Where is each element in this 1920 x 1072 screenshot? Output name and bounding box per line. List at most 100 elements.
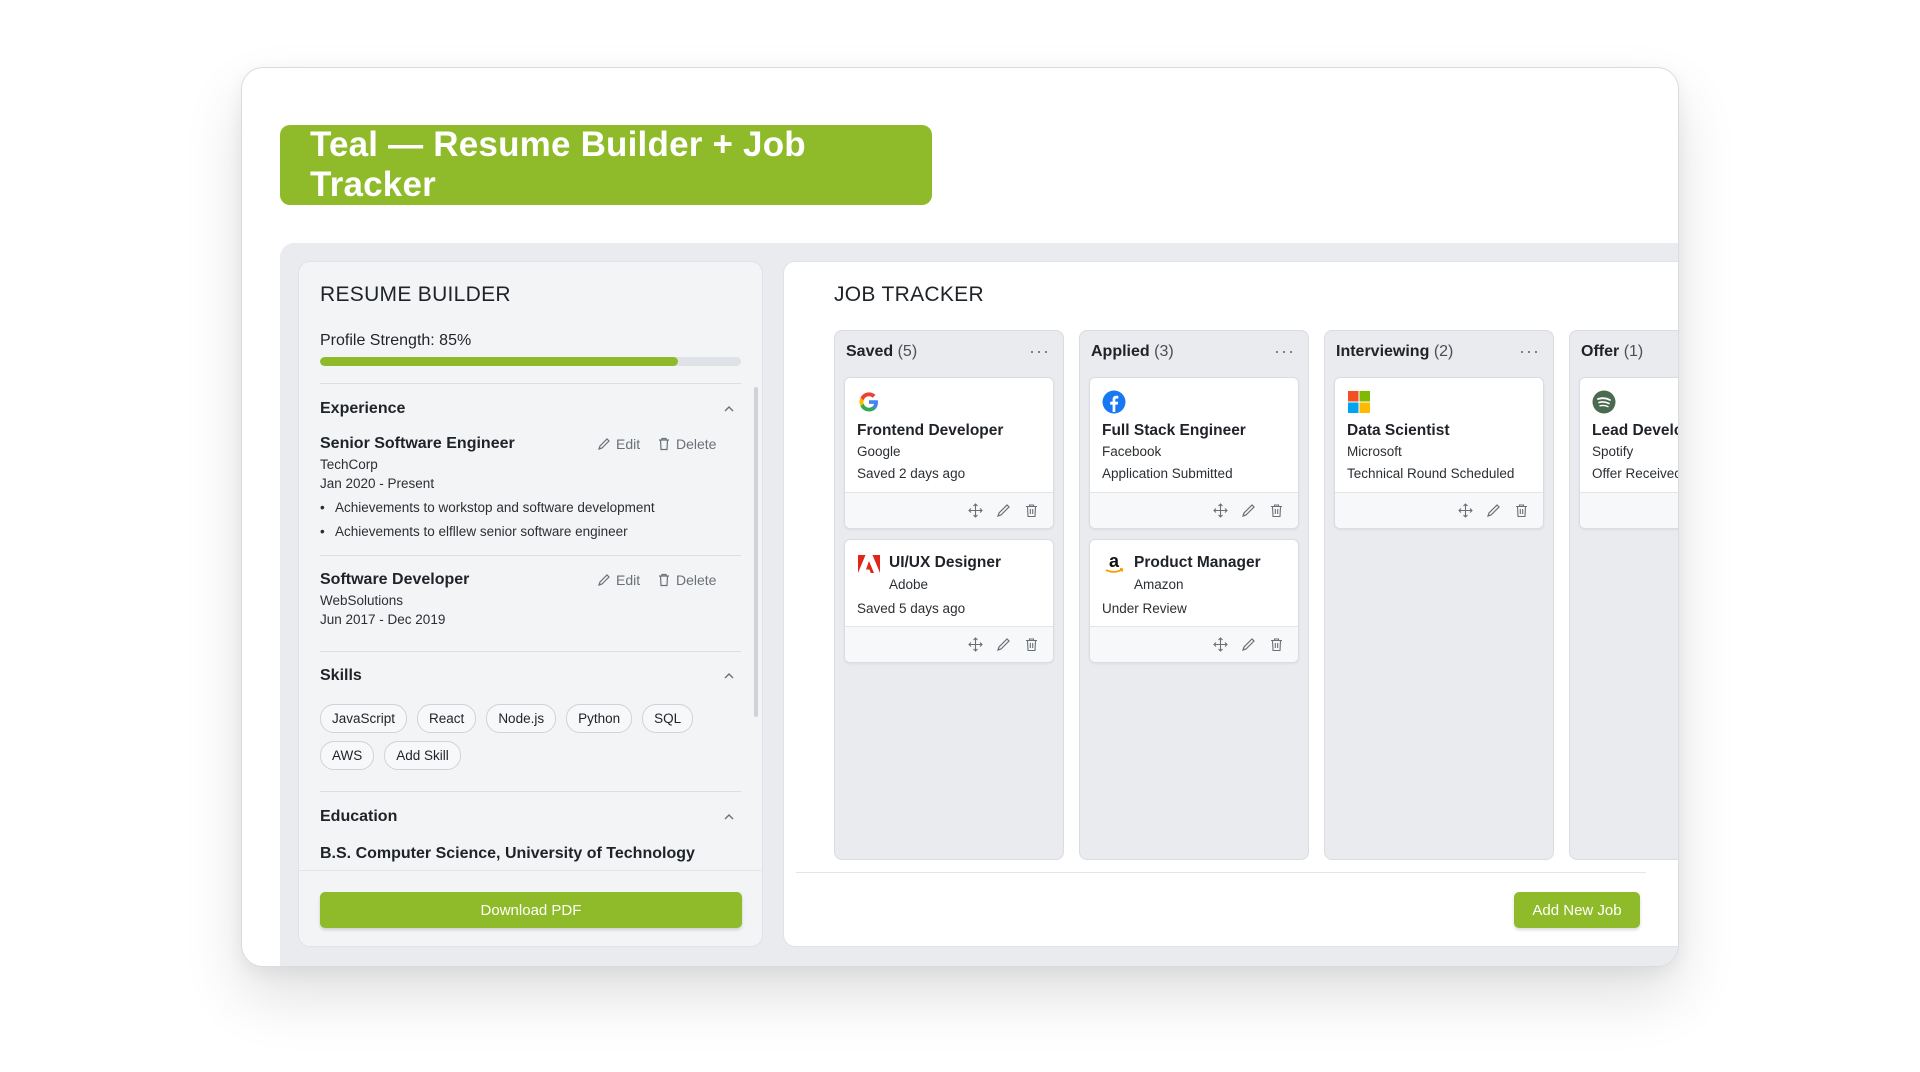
google-logo-icon xyxy=(859,392,878,412)
column-offer: Offer (1) Lead Develc Spotify Offer Rece… xyxy=(1569,330,1679,860)
job-title: UI/UX Designer xyxy=(889,554,1001,571)
job-company: Amazon xyxy=(1134,577,1184,592)
experience-title: Software Developer xyxy=(320,571,470,588)
job-company: Spotify xyxy=(1592,444,1634,459)
profile-strength-fill xyxy=(320,357,678,366)
job-company: Google xyxy=(857,444,901,459)
job-card[interactable]: Lead Develc Spotify Offer Receivec xyxy=(1579,377,1679,529)
job-title: Product Manager xyxy=(1134,554,1261,571)
delete-button[interactable]: Delete xyxy=(657,436,716,452)
job-card[interactable]: Frontend Developer Google Saved 2 days a… xyxy=(844,377,1054,529)
adobe-logo-icon xyxy=(858,555,880,573)
skill-chip[interactable]: Node.js xyxy=(486,704,557,733)
more-options-icon[interactable]: ··· xyxy=(1274,341,1295,362)
job-card[interactable]: a Product Manager Amazon Under Review xyxy=(1089,539,1299,663)
pencil-icon[interactable] xyxy=(996,503,1011,518)
experience-title: Senior Software Engineer xyxy=(320,435,515,452)
move-icon[interactable] xyxy=(968,637,983,652)
column-count: (1) xyxy=(1623,343,1644,360)
svg-text:a: a xyxy=(1109,552,1120,571)
experience-dates: Jun 2017 - Dec 2019 xyxy=(320,612,446,627)
skill-chip[interactable]: React xyxy=(417,704,477,733)
experience-dates: Jan 2020 - Present xyxy=(320,476,435,491)
trash-icon[interactable] xyxy=(1024,637,1039,652)
more-options-icon[interactable]: ··· xyxy=(1029,341,1050,362)
trash-icon xyxy=(659,573,669,587)
job-company: Facebook xyxy=(1102,444,1162,459)
column-count: (5) xyxy=(897,343,918,360)
chevron-up-icon[interactable] xyxy=(723,670,735,682)
edit-button[interactable]: Edit xyxy=(597,436,640,452)
edit-button[interactable]: Edit xyxy=(597,572,640,588)
job-status: Under Review xyxy=(1102,601,1187,616)
skill-chip[interactable]: Python xyxy=(566,704,633,733)
download-pdf-button[interactable]: Download PDF xyxy=(320,892,742,928)
job-card[interactable]: Data Scientist Microsoft Technical Round… xyxy=(1334,377,1544,529)
experience-section-title[interactable]: Experience xyxy=(320,400,405,418)
add-skill-button[interactable]: Add Skill xyxy=(384,741,461,770)
pencil-icon[interactable] xyxy=(1241,637,1256,652)
skill-chip[interactable]: AWS xyxy=(320,741,375,770)
resume-builder-panel: RESUME BUILDER Profile Strength: 85% Exp… xyxy=(298,261,763,947)
skill-chip[interactable]: SQL xyxy=(642,704,694,733)
page-title-banner: Teal — Resume Builder + Job Tracker xyxy=(280,125,932,205)
experience-bullet: Achievements to elfllew senior software … xyxy=(320,524,628,539)
divider xyxy=(320,791,741,792)
experience-company: WebSolutions xyxy=(320,593,404,608)
move-icon[interactable] xyxy=(1458,503,1473,518)
scrollbar-thumb[interactable] xyxy=(754,387,758,717)
app-window: Teal — Resume Builder + Job Tracker RESU… xyxy=(241,67,1679,967)
divider xyxy=(320,555,741,556)
column-header: Applied (3) xyxy=(1091,343,1174,361)
move-icon[interactable] xyxy=(1213,637,1228,652)
skills-list: JavaScript React Node.js Python SQL AWS … xyxy=(320,704,750,770)
more-options-icon[interactable]: ··· xyxy=(1519,341,1540,362)
amazon-logo-icon: a xyxy=(1105,552,1124,573)
profile-strength-label: Profile Strength: 85% xyxy=(320,332,472,349)
skills-section-title[interactable]: Skills xyxy=(320,667,362,685)
skill-chip[interactable]: JavaScript xyxy=(320,704,408,733)
pencil-icon[interactable] xyxy=(1486,503,1501,518)
job-title: Data Scientist xyxy=(1347,422,1450,439)
move-icon[interactable] xyxy=(1213,503,1228,518)
job-status: Technical Round Scheduled xyxy=(1347,466,1515,481)
column-saved: Saved (5) ··· Frontend Developer Google … xyxy=(834,330,1064,860)
experience-company: TechCorp xyxy=(320,457,378,472)
column-header: Interviewing (2) xyxy=(1336,343,1453,361)
spotify-logo-icon xyxy=(1592,390,1616,414)
job-status: Offer Receivec xyxy=(1592,466,1679,481)
trash-icon[interactable] xyxy=(1269,503,1284,518)
facebook-logo-icon xyxy=(1102,390,1126,414)
trash-icon xyxy=(659,437,669,451)
resume-builder-heading: RESUME BUILDER xyxy=(320,283,511,306)
education-section-title[interactable]: Education xyxy=(320,808,397,826)
chevron-up-icon[interactable] xyxy=(723,403,735,415)
trash-icon[interactable] xyxy=(1269,637,1284,652)
divider xyxy=(796,872,1646,873)
trash-icon[interactable] xyxy=(1024,503,1039,518)
pencil-icon[interactable] xyxy=(996,637,1011,652)
job-tracker-heading: JOB TRACKER xyxy=(834,283,984,306)
job-status: Saved 2 days ago xyxy=(857,466,966,481)
job-card[interactable]: Full Stack Engineer Facebook Application… xyxy=(1089,377,1299,529)
column-name: Saved xyxy=(846,343,894,360)
edit-label: Edit xyxy=(616,572,641,588)
job-card[interactable]: UI/UX Designer Adobe Saved 5 days ago xyxy=(844,539,1054,663)
pencil-icon xyxy=(598,574,610,586)
education-degree: B.S. Computer Science, University of Tec… xyxy=(320,845,695,862)
divider xyxy=(320,383,741,384)
column-header: Offer (1) xyxy=(1581,343,1643,361)
delete-label: Delete xyxy=(676,572,717,588)
trash-icon[interactable] xyxy=(1514,503,1529,518)
delete-button[interactable]: Delete xyxy=(657,572,716,588)
column-interviewing: Interviewing (2) ··· Data Scientist Micr… xyxy=(1324,330,1554,860)
job-company: Adobe xyxy=(889,577,929,592)
column-name: Interviewing xyxy=(1336,343,1430,360)
delete-label: Delete xyxy=(676,436,717,452)
job-title: Frontend Developer xyxy=(857,422,1004,439)
job-title: Lead Develc xyxy=(1592,422,1679,439)
chevron-up-icon[interactable] xyxy=(723,811,735,823)
pencil-icon[interactable] xyxy=(1241,503,1256,518)
add-new-job-button[interactable]: Add New Job xyxy=(1514,892,1640,928)
move-icon[interactable] xyxy=(968,503,983,518)
